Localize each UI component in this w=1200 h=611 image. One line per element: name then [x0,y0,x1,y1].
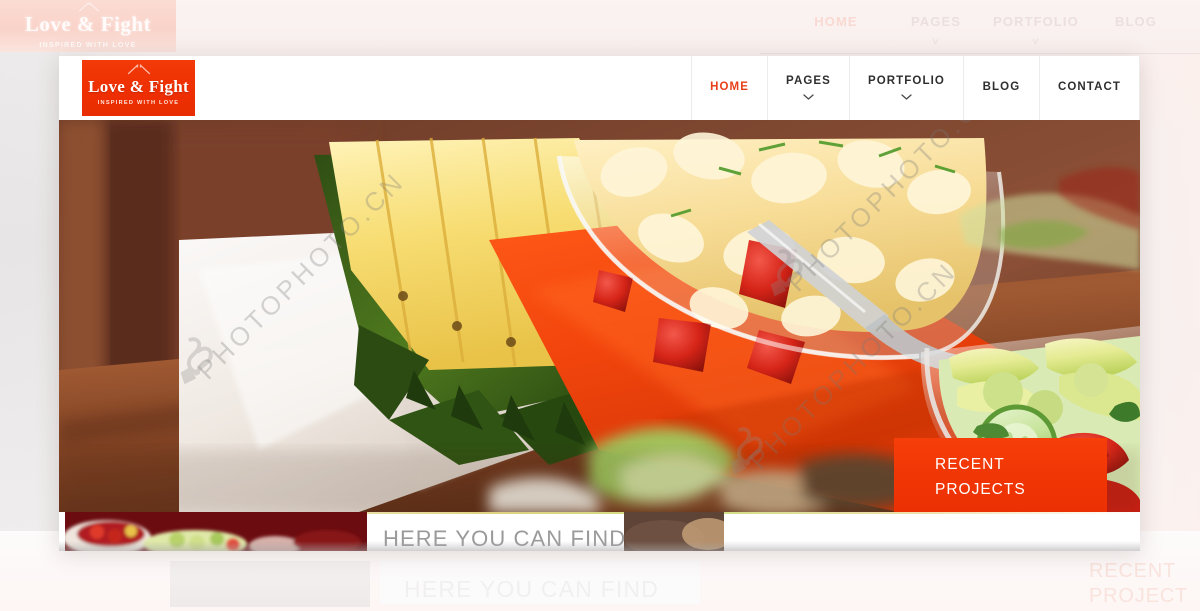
nav-label: CONTACT [1057,81,1121,94]
background-content-card [380,560,700,604]
recent-projects-line2: PROJECTS [935,481,1026,498]
chevron-down-icon [803,94,814,100]
thumbnail-secondary-illustration [624,512,724,551]
crossed-utensils-icon [79,2,99,12]
nav-item-portfolio[interactable]: PORTFOLIO [848,56,963,120]
content-thumbnail-secondary[interactable] [624,512,724,551]
brand-logo[interactable]: Love & Fight INSPIRED WITH LOVE [82,60,195,116]
background-nav: HOME PAGES ˅ PORTFOLIO ˅ BLOG [786,14,1186,48]
background-thumbnail [170,561,370,607]
nav-label: HOME [710,81,749,94]
background-left-block [0,52,60,532]
page-canvas: Love & Fight INSPIRED WITH LOVE HOME PAG… [0,0,1200,611]
background-logo-plate [0,0,176,52]
background-badge-line2: PROJECT [1089,585,1188,607]
brand-tagline: INSPIRED WITH LOVE [97,99,180,106]
nav-label: PAGES [786,74,831,87]
background-brand-tagline: INSPIRED WITH LOVE [39,42,137,49]
recent-projects-line1: RECENT [935,456,1005,473]
background-brand-name: Love & Fight [24,12,152,36]
background-nav-item-portfolio: PORTFOLIO ˅ [986,14,1086,48]
background-nav-label: PAGES [910,14,962,29]
background-heading: HERE YOU CAN FIND [404,576,660,602]
website-preview-card: Love & Fight INSPIRED WITH LOVE HOME PAG… [59,56,1140,551]
background-badge-line1: RECENT [1089,560,1177,582]
background-recent-projects-badge: RECENT PROJECT [1089,559,1188,609]
main-navigation: HOME PAGES PORTFOLIO BLOG CONTACT [691,56,1140,120]
background-nav-item-blog: BLOG [1086,14,1186,29]
background-nav-label: PORTFOLIO [993,14,1079,29]
hero-banner: PHOTOPHOTO.CN PHOTOPHOTO.CN PHOTOPHOTO.C… [59,120,1140,512]
nav-item-blog[interactable]: BLOG [962,56,1039,120]
background-nav-label: BLOG [1115,14,1157,29]
background-nav-underline [760,53,1200,54]
chevron-down-icon: ˅ [932,36,940,48]
section-heading: HERE YOU CAN FIND [383,526,627,551]
background-nav-label: HOME [814,14,858,29]
nav-item-home[interactable]: HOME [691,56,768,120]
chevron-down-icon [901,94,912,100]
content-section: HERE YOU CAN FIND [59,512,1140,551]
thumbnail-illustration [65,512,367,551]
nav-item-pages[interactable]: PAGES [767,56,849,120]
nav-label: PORTFOLIO [867,74,945,87]
content-thumbnail[interactable] [65,512,367,551]
recent-projects-badge[interactable]: RECENT PROJECTS [894,438,1107,512]
chevron-down-icon: ˅ [1032,36,1040,48]
site-header: Love & Fight INSPIRED WITH LOVE HOME PAG… [59,56,1140,120]
crossed-utensils-icon [127,64,150,75]
background-nav-item-home: HOME [786,14,886,29]
background-nav-item-pages: PAGES ˅ [886,14,986,48]
nav-label: BLOG [982,81,1021,94]
nav-item-contact[interactable]: CONTACT [1038,56,1140,120]
brand-name: Love & Fight [88,76,189,96]
